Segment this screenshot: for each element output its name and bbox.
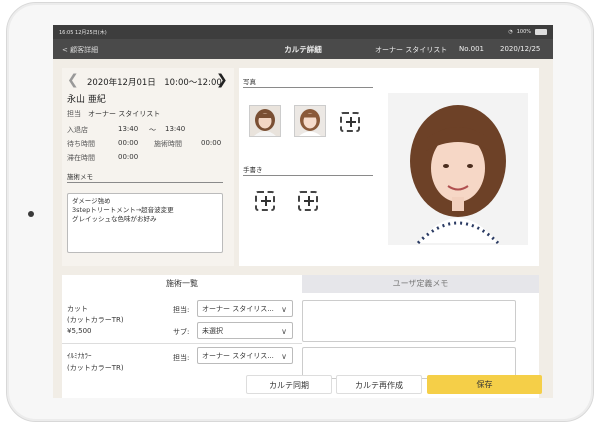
sub-select-value: 未選択 [202,327,223,335]
chevron-down-icon: ∨ [281,305,287,314]
add-photo-icon[interactable] [340,112,360,132]
row-divider [62,343,302,344]
tab-user-memo[interactable]: ユーザ定義メモ [302,275,539,293]
chevron-down-icon: ∨ [281,327,287,336]
photo-divider [243,87,373,88]
memo-line: ダメージ強め [72,197,111,205]
service-subname: (カットカラーTR) [67,364,124,372]
stay-label: 滞在時間 [67,154,95,162]
portrait-photo-icon [388,93,528,245]
sub-select[interactable]: 未選択 ∨ [197,322,293,339]
handwriting-divider [243,175,373,176]
memo-line: グレイッシュな色味がお好み [72,215,157,223]
portrait-thumb-2-icon [295,106,325,136]
staff-value: オーナー スタイリスト [88,110,161,118]
staff-select-label: 担当: [173,306,190,314]
portrait-thumb-1-icon [250,106,280,136]
photo-thumbnail[interactable] [294,105,326,137]
service-name: ｲﾙﾐﾅｶﾗｰ [67,352,92,360]
sync-chart-button[interactable]: カルテ同期 [246,375,332,394]
treatment-label: 施術時間 [154,140,182,148]
status-bar: 16:05 12月25日(木) ◔ 100% [53,25,553,39]
stay-value: 00:00 [118,153,139,161]
memo-line: 3stepトリートメント→超音波変更 [72,206,174,214]
status-date: 12月25日(木) [75,29,107,36]
tab-services[interactable]: 施術一覧 [62,275,302,293]
service-price: ¥5,500 [67,327,92,335]
nav-date: 2020/12/25 [500,45,541,53]
nav-staff: オーナー スタイリスト [375,46,448,54]
service-memo-field[interactable] [302,300,516,342]
staff-select-label: 担当: [173,354,190,362]
sub-select-label: サブ: [173,328,190,336]
app-screen: 16:05 12月25日(木) ◔ 100% < 顧客詳細 カルテ詳細 オーナー… [53,25,553,398]
checkin-start: 13:40 [118,125,139,133]
photo-thumbnail[interactable] [249,105,281,137]
photo-title: 写真 [243,78,256,86]
add-handwriting-icon[interactable] [255,191,275,211]
visit-datetime: 2020年12月01日 10:00〜12:00 [87,78,222,88]
checkin-separator: 〜 [149,126,156,134]
staff-select[interactable]: オーナー スタイリス... ∨ [197,300,293,317]
staff-select-value: オーナー スタイリス... [202,352,274,360]
main-photo[interactable] [388,93,528,245]
chevron-down-icon: ∨ [281,352,287,361]
staff-label: 担当 [67,110,81,118]
wait-label: 待ち時間 [67,140,95,148]
treatment-value: 00:00 [201,139,222,147]
save-button[interactable]: 保存 [427,375,542,394]
checkin-end: 13:40 [165,125,186,133]
battery-icon [535,29,547,35]
battery-percent: 100% [516,29,531,35]
status-right: ◔ 100% [508,29,547,35]
nav-bar: < 顧客詳細 カルテ詳細 オーナー スタイリスト No.001 2020/12/… [53,39,553,59]
nav-number: No.001 [459,45,484,53]
memo-title: 施術メモ [67,173,93,181]
service-subname: (カットカラーTR) [67,316,124,324]
staff-select-value: オーナー スタイリス... [202,305,274,313]
memo-divider [67,182,223,183]
status-time: 16:05 [59,29,74,36]
status-time-date: 16:05 12月25日(木) [59,29,107,36]
prev-arrow-icon[interactable]: ❮ [67,73,79,87]
handwriting-title: 手書き [243,166,263,174]
staff-select[interactable]: オーナー スタイリス... ∨ [197,347,293,364]
recreate-chart-button[interactable]: カルテ再作成 [336,375,422,394]
camera-dot [28,211,34,217]
checkin-label: 入退店 [67,126,88,134]
service-name: カット [67,305,88,313]
wifi-icon: ◔ [508,29,513,35]
customer-name: 永山 亜紀 [67,95,106,105]
add-handwriting-icon[interactable] [298,191,318,211]
treatment-memo[interactable]: ダメージ強め 3stepトリートメント→超音波変更 グレイッシュな色味がお好み [67,193,223,253]
wait-value: 00:00 [118,139,139,147]
